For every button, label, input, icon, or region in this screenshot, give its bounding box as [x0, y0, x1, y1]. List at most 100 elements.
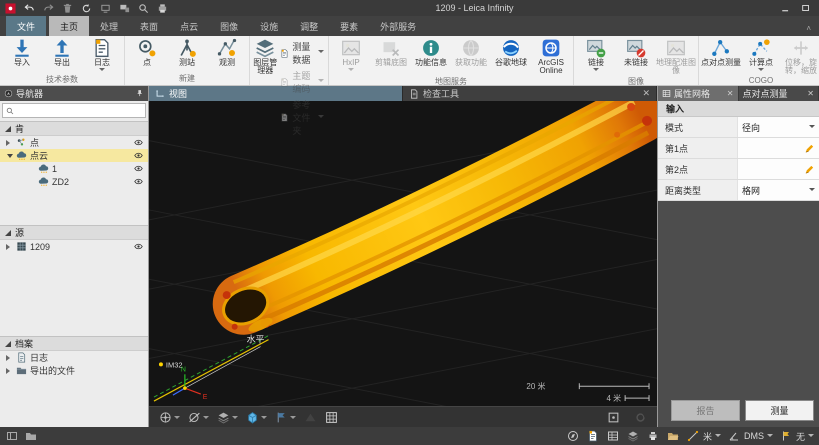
tree-item-1[interactable]: 1	[0, 162, 148, 175]
minimize-button[interactable]	[781, 3, 791, 13]
expander-icon[interactable]	[6, 244, 13, 250]
devices-icon[interactable]	[118, 2, 130, 14]
tab-主页[interactable]: 主页	[49, 16, 89, 36]
viewport-tool-zoom-extents[interactable]	[605, 410, 622, 425]
测量-button[interactable]: 测量	[745, 400, 814, 421]
tunnel-point-cloud	[218, 101, 652, 335]
collapse-ribbon-chevron[interactable]: ˄	[806, 24, 811, 33]
folder-open-icon[interactable]	[667, 430, 680, 443]
delete-icon[interactable]	[61, 2, 73, 14]
tab-要素[interactable]: 要素	[329, 16, 369, 36]
panel-toggle-icon[interactable]	[5, 430, 18, 443]
input-row-value[interactable]	[737, 138, 819, 158]
3d-view-canvas[interactable]: 水平 N E IM32 20 米	[149, 101, 657, 406]
chevron-down-icon	[290, 416, 296, 422]
ribbon-button-点[interactable]: 点	[127, 36, 167, 67]
viewport-tool-layer-stack[interactable]	[215, 410, 240, 425]
expander-icon[interactable]	[6, 151, 13, 161]
refresh-icon[interactable]	[80, 2, 92, 14]
navigator-section-肯: 肯点点云1ZD2	[0, 121, 148, 225]
tab-表面[interactable]: 表面	[129, 16, 169, 36]
folder-icon[interactable]	[24, 430, 37, 443]
report-icon[interactable]	[587, 430, 600, 443]
tree-item-点云[interactable]: 点云	[0, 149, 148, 162]
ribbon-button-功能信息[interactable]: 功能信息	[411, 36, 451, 67]
section-bar-源[interactable]: 源	[0, 225, 148, 240]
viewport-tool-point-cloud-display[interactable]	[244, 410, 269, 425]
visibility-eye-icon[interactable]	[133, 177, 144, 186]
report-icon	[92, 38, 112, 58]
zoom-extents-icon	[607, 411, 620, 424]
undo-icon[interactable]	[23, 2, 35, 14]
edit-pencil-icon[interactable]	[804, 143, 815, 154]
table-icon[interactable]	[607, 430, 620, 443]
tab-设施[interactable]: 设施	[249, 16, 289, 36]
tab-图像[interactable]: 图像	[209, 16, 249, 36]
visibility-eye-icon[interactable]	[133, 164, 144, 173]
ribbon-button-图层管理器[interactable]: 图层管理器	[252, 36, 278, 76]
ribbon-button-label: 导入	[14, 59, 30, 67]
print-icon[interactable]	[156, 2, 168, 14]
input-row-value[interactable]: 径向	[737, 117, 819, 137]
ribbon-button-链接[interactable]: 链接	[576, 36, 616, 74]
ribbon-button-点对点测量[interactable]: 点对点测量	[701, 36, 741, 67]
ribbon-button-计算点[interactable]: 计算点	[741, 36, 781, 74]
view-tab-检查工具[interactable]: 检查工具✕	[403, 86, 657, 101]
visibility-eye-icon[interactable]	[133, 242, 144, 251]
unit-selector-DMS[interactable]: DMS	[728, 430, 773, 443]
visibility-eye-icon[interactable]	[133, 138, 144, 147]
tab-调整[interactable]: 调整	[289, 16, 329, 36]
search-input[interactable]	[17, 105, 142, 117]
tree-item-导出的文件[interactable]: 导出的文件	[0, 364, 148, 377]
viewport-tool-clip[interactable]	[186, 410, 211, 425]
viewport-tool-view-orientation[interactable]	[157, 410, 182, 425]
tree-item-点[interactable]: 点	[0, 136, 148, 149]
close-icon[interactable]: ✕	[727, 89, 734, 98]
section-bar-肯[interactable]: 肯	[0, 121, 148, 136]
close-icon[interactable]: ✕	[642, 88, 650, 99]
pin-icon[interactable]	[135, 89, 144, 98]
navigator-title: 导航器	[16, 87, 132, 100]
viewport-tool-grid-toggle[interactable]	[323, 410, 340, 425]
navigator-search[interactable]	[2, 103, 146, 118]
expander-icon[interactable]	[6, 140, 13, 146]
layer-stack-icon[interactable]	[627, 430, 640, 443]
printer-icon[interactable]	[647, 430, 660, 443]
unit-selector-米[interactable]: 米	[687, 430, 721, 443]
tree-item-日志[interactable]: 日志	[0, 351, 148, 364]
maximize-button[interactable]	[801, 3, 811, 13]
ribbon-button-导入[interactable]: 导入	[2, 36, 42, 67]
compass-icon[interactable]	[567, 430, 580, 443]
ribbon-button-未链接[interactable]: 未链接	[616, 36, 656, 67]
ribbon-button-导出[interactable]: 导出	[42, 36, 82, 67]
unit-selector-无[interactable]: 无	[780, 430, 814, 443]
sync-icon[interactable]	[99, 2, 111, 14]
expander-icon[interactable]	[6, 368, 13, 374]
view-tab-视图[interactable]: 视图	[149, 86, 403, 101]
redo-icon[interactable]	[42, 2, 54, 14]
ribbon-button-谷歌地球[interactable]: 谷歌地球	[491, 36, 531, 67]
section-bar-档案[interactable]: 档案	[0, 336, 148, 351]
close-icon[interactable]: ✕	[807, 89, 814, 98]
tab-外部服务[interactable]: 外部服务	[369, 16, 427, 36]
input-row-value[interactable]: 格网	[737, 180, 819, 200]
tab-处理[interactable]: 处理	[89, 16, 129, 36]
tab-点云[interactable]: 点云	[169, 16, 209, 36]
expander-icon[interactable]	[6, 355, 13, 361]
viewport-tool-filter-flag[interactable]	[273, 410, 298, 425]
ribbon-button-测站[interactable]: 测站	[167, 36, 207, 67]
ribbon-button-日志[interactable]: 日志	[82, 36, 122, 74]
input-row-value[interactable]	[737, 159, 819, 179]
inspector-tab-点对点测量[interactable]: 点对点测量✕	[739, 86, 819, 101]
tree-item-1209[interactable]: 1209	[0, 240, 148, 253]
visibility-eye-icon[interactable]	[133, 151, 144, 160]
ribbon-button-观测[interactable]: 观测	[207, 36, 247, 67]
tab-文件[interactable]: 文件	[6, 16, 46, 36]
ribbon-button-label: 日志	[94, 59, 110, 67]
tree-item-ZD2[interactable]: ZD2	[0, 175, 148, 188]
search-icon[interactable]	[137, 2, 149, 14]
ribbon-button-ArcGIS Online[interactable]: ArcGIS Online	[531, 36, 571, 76]
ribbon-stack-item-测量数据[interactable]: 测量数据	[280, 40, 324, 66]
inspector-tab-属性网格[interactable]: 属性网格✕	[658, 86, 739, 101]
edit-pencil-icon[interactable]	[804, 164, 815, 175]
